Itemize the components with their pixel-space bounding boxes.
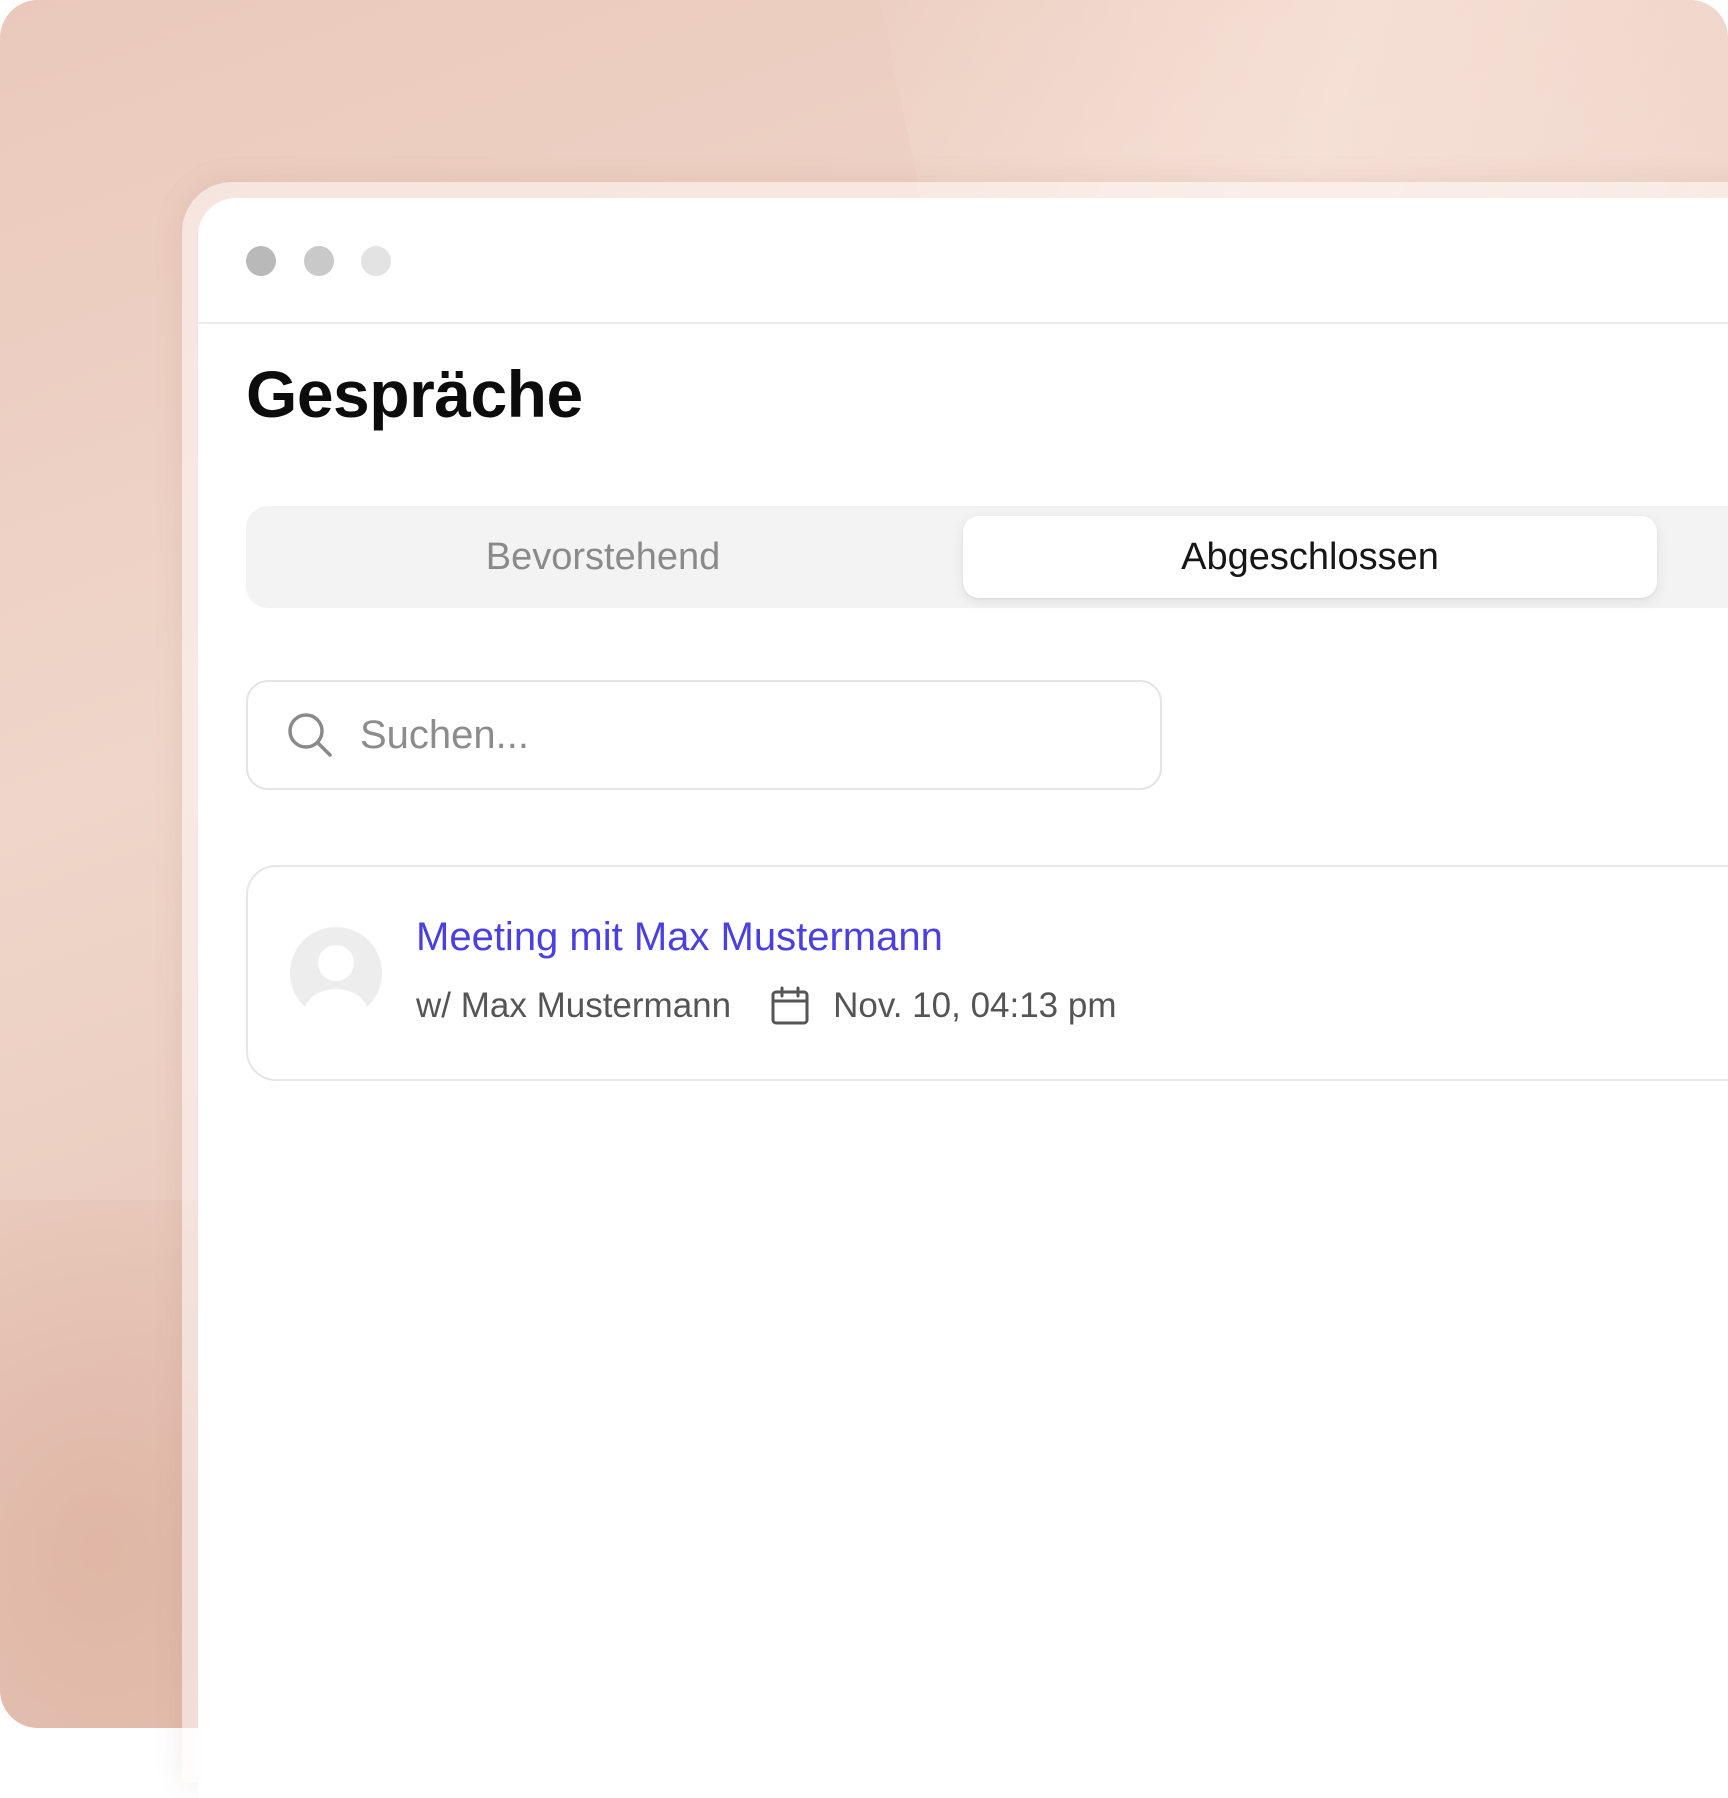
meeting-participant: w/ Max Mustermann — [416, 986, 732, 1025]
status-segmented-control: Bevorstehend Abgeschlossen — [246, 506, 1728, 608]
tab-completed[interactable]: Abgeschlossen — [963, 516, 1657, 598]
title-bar — [198, 198, 1728, 324]
tab-upcoming[interactable]: Bevorstehend — [256, 516, 950, 598]
search-input[interactable] — [358, 711, 1122, 759]
meeting-title-link[interactable]: Meeting mit Max Mustermann — [416, 915, 943, 960]
conversation-card[interactable]: Meeting mit Max Mustermann w/ Max Muster… — [246, 865, 1728, 1081]
minimize-window-button[interactable] — [304, 246, 334, 276]
meeting-meta: w/ Max Mustermann Nov. 10, 04:13 pm — [416, 985, 1117, 1027]
user-avatar-icon — [290, 927, 382, 1019]
search-icon — [288, 713, 332, 757]
app-window: Gespräche Bevorstehend Abgeschlossen Mee… — [198, 198, 1728, 1798]
zoom-window-button[interactable] — [361, 246, 391, 276]
meeting-date: Nov. 10, 04:13 pm — [833, 986, 1117, 1025]
page-title: Gespräche — [246, 357, 583, 431]
search-field[interactable] — [246, 680, 1162, 790]
close-window-button[interactable] — [246, 246, 276, 276]
calendar-icon — [771, 986, 809, 1025]
